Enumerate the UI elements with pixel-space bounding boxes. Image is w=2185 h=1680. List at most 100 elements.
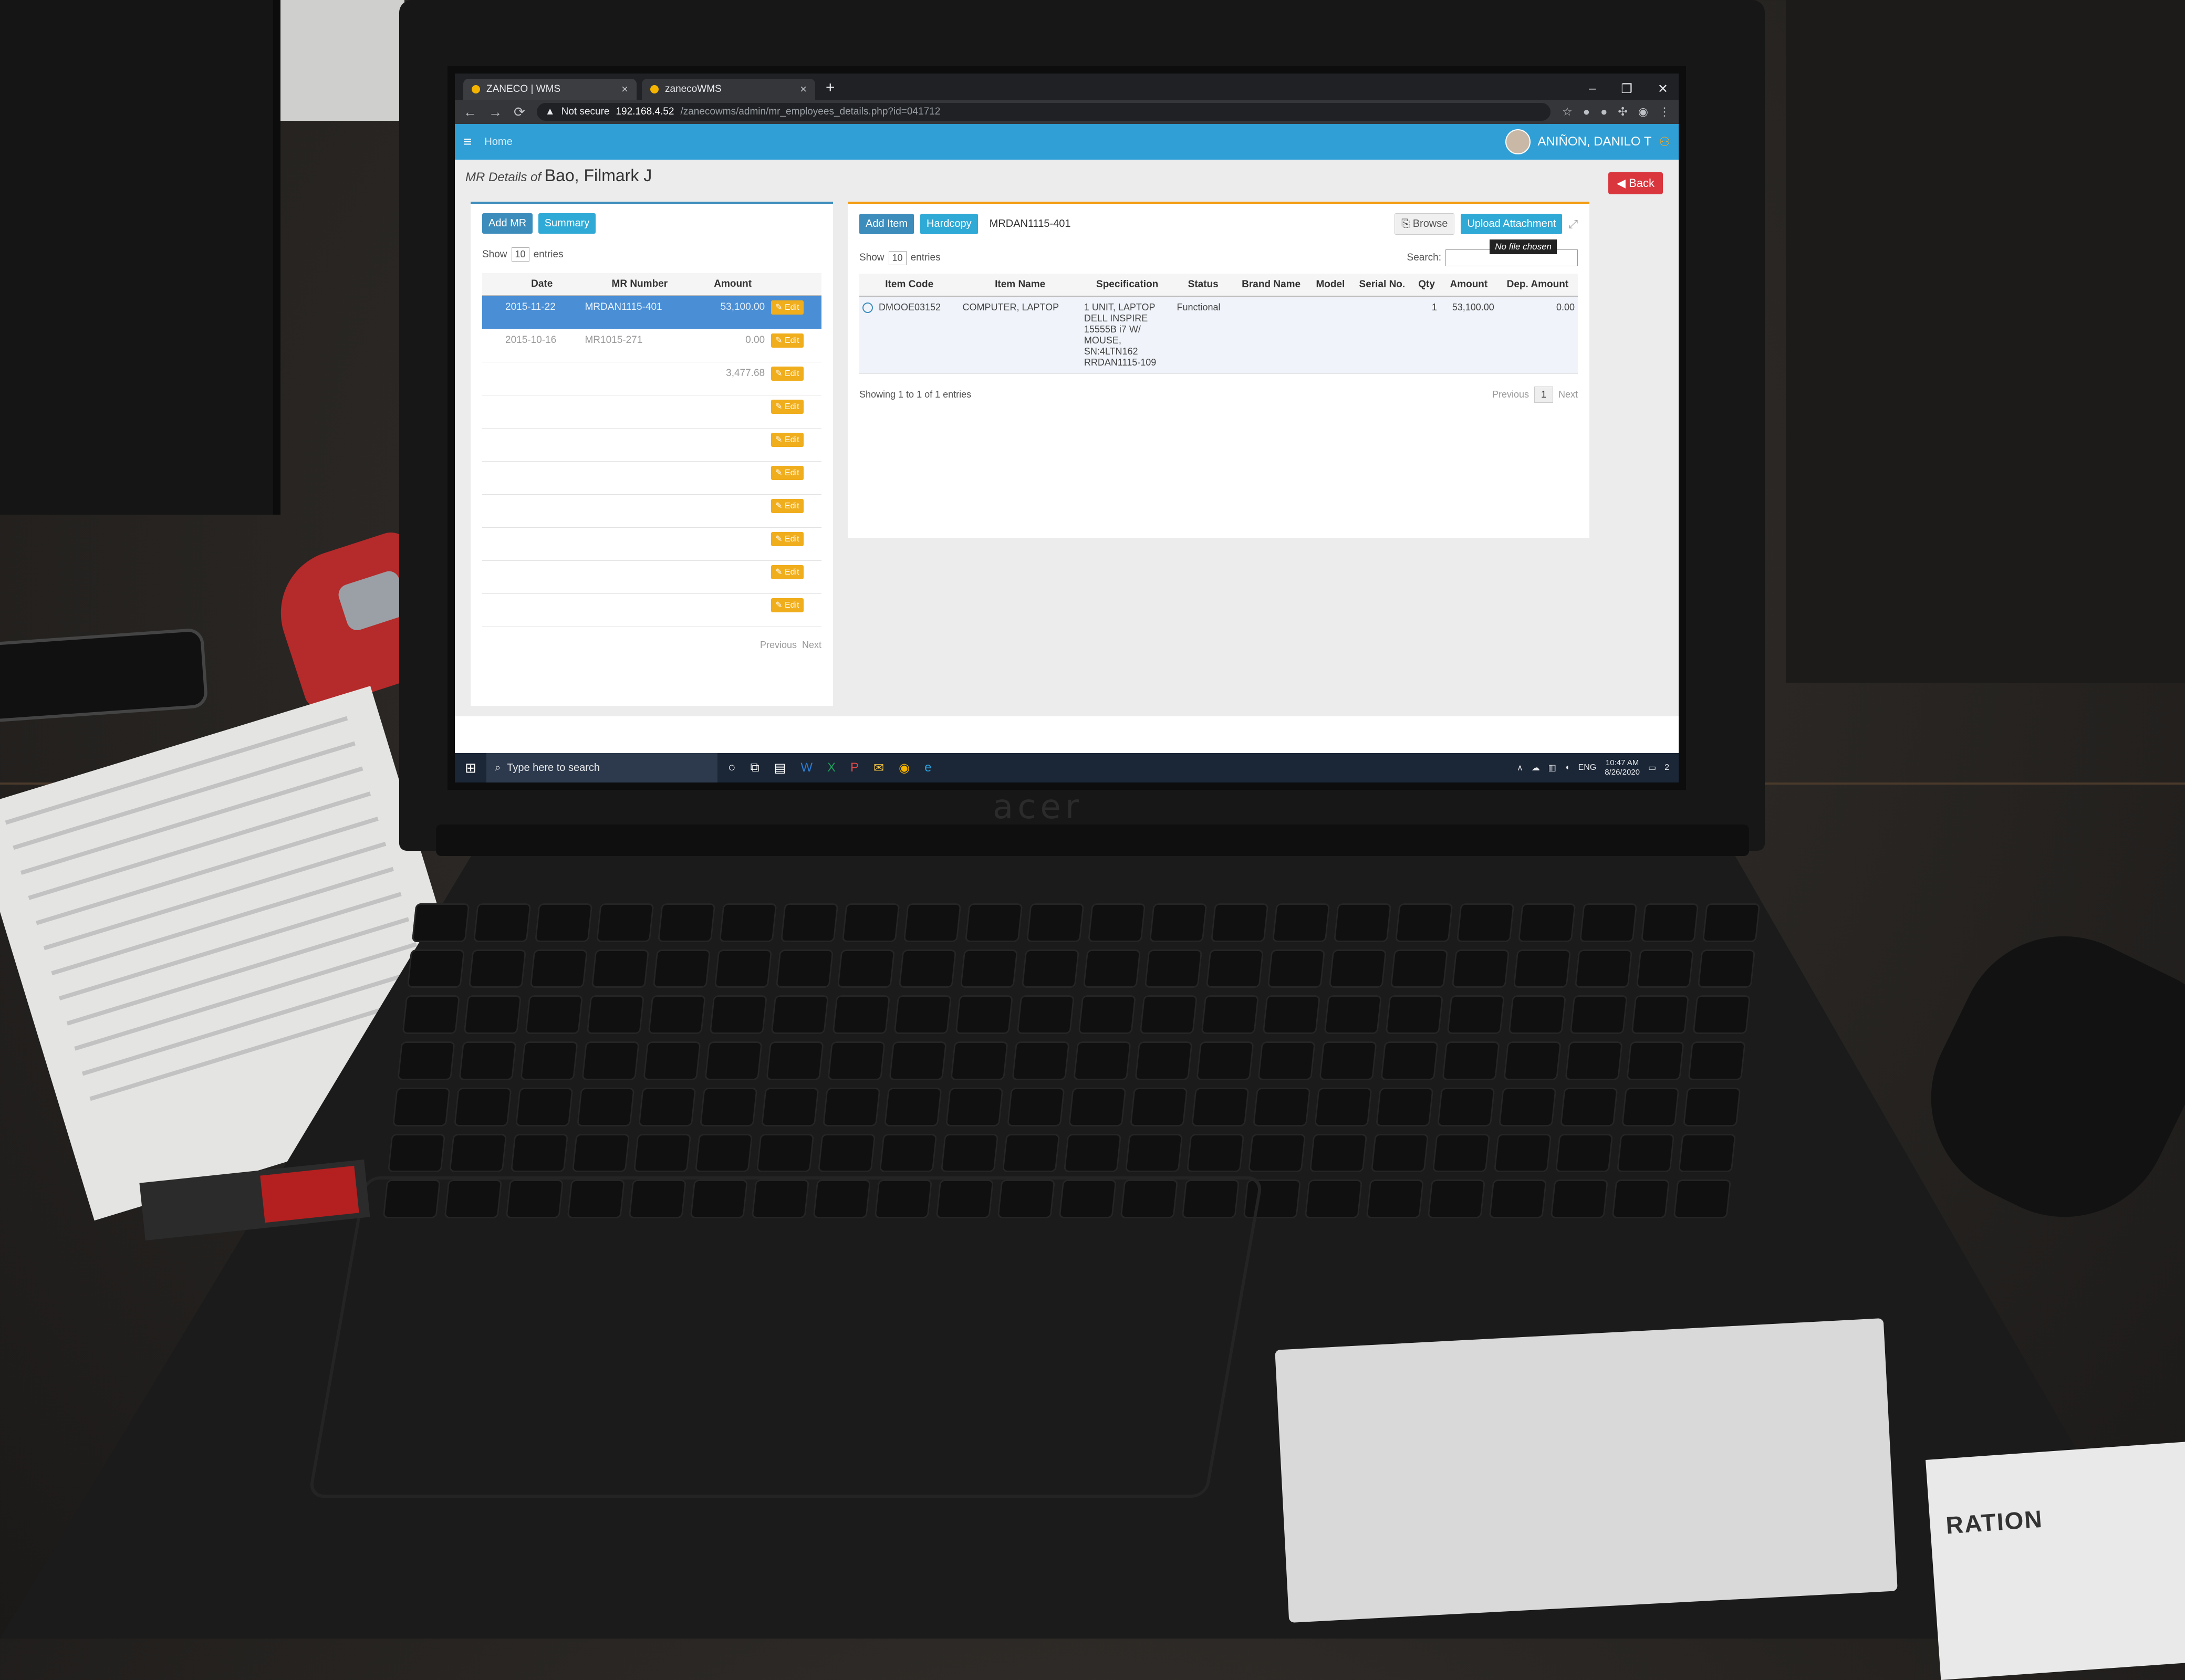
close-icon[interactable]: × (621, 82, 628, 96)
excel-icon[interactable]: X (827, 760, 836, 776)
column-header[interactable]: Dep. Amount (1497, 274, 1578, 297)
next-link[interactable]: Next (1558, 389, 1578, 400)
forward-arrow-icon[interactable]: → (488, 104, 502, 120)
add-mr-button[interactable]: Add MR (482, 213, 533, 234)
entries-select[interactable]: 10 (888, 251, 907, 265)
edit-button[interactable]: ✎ Edit (771, 466, 804, 480)
column-header[interactable] (482, 273, 502, 296)
previous-link[interactable]: Previous (760, 640, 797, 651)
edit-cell: ✎ Edit (768, 428, 821, 462)
file-explorer-icon[interactable]: ▤ (774, 760, 786, 776)
upload-attachment-button[interactable]: Upload Attachment (1461, 214, 1563, 234)
puzzle-icon[interactable]: ✣ (1618, 105, 1627, 119)
chat-icon[interactable]: ✉ (873, 760, 884, 776)
table-row[interactable]: 2015-10-16 MR1015-271 0.00 ✎ Edit (482, 329, 821, 362)
edit-button[interactable]: ✎ Edit (771, 532, 804, 546)
pdf-icon[interactable]: P (850, 760, 859, 776)
edit-button[interactable]: ✎ Edit (771, 300, 804, 315)
column-header[interactable]: Brand Name (1232, 274, 1310, 297)
page-number-button[interactable]: 1 (1534, 387, 1553, 403)
entries-select[interactable]: 10 (511, 247, 529, 262)
hamburger-icon[interactable]: ≡ (463, 133, 472, 150)
browser-tab-2[interactable]: zanecoWMS × (642, 79, 815, 100)
extension-icon[interactable]: ● (1600, 105, 1607, 119)
menu-icon[interactable]: ⋮ (1659, 105, 1670, 119)
column-header[interactable]: MR Number (581, 273, 698, 296)
browser-tab-1[interactable]: ZANECO | WMS × (463, 79, 637, 100)
language-indicator[interactable]: ENG (1578, 763, 1597, 773)
computer-mouse (1896, 901, 2185, 1253)
reload-icon[interactable]: ⟳ (514, 104, 525, 120)
keyboard-key (1078, 995, 1137, 1035)
column-header[interactable]: Item Code (859, 274, 960, 297)
column-header[interactable]: Specification (1080, 274, 1174, 297)
browse-button[interactable]: ⎘ Browse (1395, 213, 1455, 235)
table-row[interactable]: ✎ Edit (482, 560, 821, 594)
column-header[interactable]: Amount (698, 273, 768, 296)
network-icon[interactable]: ▥ (1548, 763, 1556, 773)
table-row[interactable]: ✎ Edit (482, 593, 821, 627)
word-icon[interactable]: W (800, 760, 813, 776)
row-select-radio[interactable] (862, 302, 873, 314)
edit-button[interactable]: ✎ Edit (771, 565, 804, 579)
maximize-icon[interactable]: ❐ (1621, 81, 1632, 97)
add-item-button[interactable]: Add Item (859, 214, 914, 234)
cortana-icon[interactable]: ○ (728, 760, 736, 776)
expand-icon[interactable]: ⤢ (1568, 217, 1578, 231)
volume-icon[interactable]: ◖ (1565, 763, 1570, 773)
cloud-icon[interactable]: ☁ (1532, 763, 1540, 773)
column-header[interactable]: Serial No. (1351, 274, 1413, 297)
task-view-icon[interactable]: ⧉ (751, 760, 759, 776)
table-row[interactable]: ✎ Edit (482, 428, 821, 462)
table-row[interactable]: DMOOE03152 COMPUTER, LAPTOP 1 UNIT, LAPT… (859, 296, 1578, 374)
table-row[interactable]: ✎ Edit (482, 461, 821, 495)
keyboard-key (1083, 949, 1141, 988)
next-link[interactable]: Next (802, 640, 821, 651)
column-header[interactable]: Item Name (959, 274, 1081, 297)
minimize-icon[interactable]: – (1589, 81, 1596, 97)
back-button[interactable]: ◀ Back (1608, 172, 1663, 194)
keyboard-key (1640, 903, 1699, 942)
hardcopy-button[interactable]: Hardcopy (920, 214, 978, 234)
column-header[interactable]: Date (502, 273, 582, 296)
home-link[interactable]: Home (484, 136, 512, 148)
edit-button[interactable]: ✎ Edit (771, 367, 804, 381)
taskbar-search[interactable]: ⌕ Type here to search (486, 753, 717, 782)
notification-center-icon[interactable]: ▭ (1648, 763, 1656, 773)
user-menu[interactable]: ANIÑON, DANILO T ⚇ (1505, 129, 1670, 154)
profile-icon[interactable]: ◉ (1638, 105, 1648, 119)
row-control-cell (482, 593, 502, 627)
close-window-icon[interactable]: ✕ (1658, 81, 1668, 97)
summary-button[interactable]: Summary (538, 213, 596, 234)
edit-button[interactable]: ✎ Edit (771, 433, 804, 447)
clock[interactable]: 10:47 AM 8/26/2020 (1605, 758, 1640, 777)
star-icon[interactable]: ☆ (1562, 105, 1573, 119)
mr-number-cell (581, 461, 698, 495)
new-tab-button[interactable]: + (826, 79, 835, 97)
column-header[interactable]: Model (1309, 274, 1351, 297)
windows-start-icon[interactable]: ⊞ (455, 760, 486, 776)
address-bar[interactable]: ▲ Not secure 192.168.4.52 /zanecowms/adm… (536, 103, 1551, 121)
notification-icon[interactable]: ⚇ (1659, 134, 1670, 150)
page-title: MR Details of Bao, Filmark J (465, 166, 652, 185)
tray-chevron-icon[interactable]: ∧ (1517, 763, 1523, 773)
column-header[interactable]: Qty (1413, 274, 1440, 297)
column-header[interactable]: Status (1173, 274, 1233, 297)
table-row[interactable]: ✎ Edit (482, 527, 821, 561)
back-arrow-icon[interactable]: ← (463, 104, 477, 120)
edit-button[interactable]: ✎ Edit (771, 400, 804, 414)
column-header[interactable]: Amount (1440, 274, 1497, 297)
chrome-icon[interactable]: ◉ (899, 760, 910, 776)
edit-button[interactable]: ✎ Edit (771, 499, 804, 513)
table-row[interactable]: ✎ Edit (482, 494, 821, 528)
extension-icon[interactable]: ● (1583, 105, 1590, 119)
edit-button[interactable]: ✎ Edit (771, 333, 804, 348)
edit-button[interactable]: ✎ Edit (771, 598, 804, 612)
table-row[interactable]: ✎ Edit (482, 395, 821, 429)
table-row[interactable]: 3,477.68 ✎ Edit (482, 362, 821, 395)
table-row[interactable]: 2015-11-22 MRDAN1115-401 53,100.00 ✎ Edit (482, 296, 821, 329)
close-icon[interactable]: × (800, 82, 807, 96)
previous-link[interactable]: Previous (1492, 389, 1529, 400)
keyboard-key (648, 995, 706, 1035)
edge-icon[interactable]: e (924, 760, 931, 776)
